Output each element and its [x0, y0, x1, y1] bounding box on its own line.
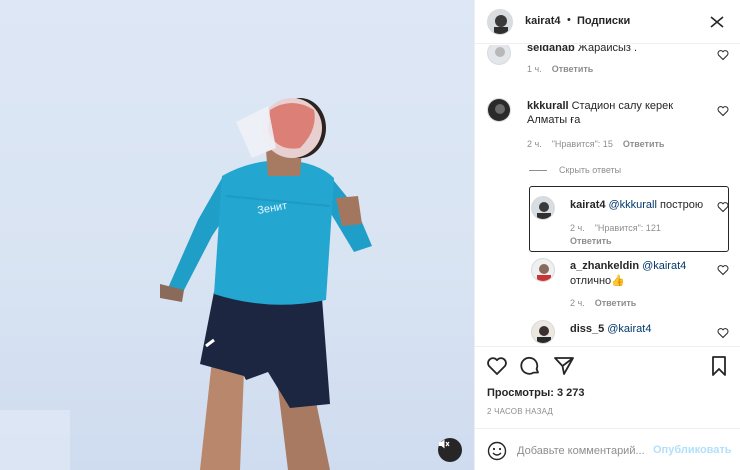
author-username[interactable]: kairat4: [525, 15, 560, 27]
post-modal: Зенит kairat4 • Подписки seldanab Жарайс…: [0, 0, 740, 470]
comment-meta: 2 ч. "Нравится": 121: [570, 223, 671, 233]
reply-button[interactable]: Ответить: [623, 139, 665, 149]
header-separator: •: [567, 14, 571, 26]
mention-link[interactable]: @kairat4: [642, 260, 686, 272]
mention-link[interactable]: @kairat4: [607, 323, 651, 335]
reply-button[interactable]: Ответить: [570, 236, 612, 246]
post-video[interactable]: Зенит: [0, 0, 474, 470]
post-action-bar: [475, 346, 740, 386]
comment-input[interactable]: [517, 442, 647, 460]
commenter-username[interactable]: a_zhankeldin: [570, 260, 639, 272]
post-timestamp[interactable]: 2 ЧАСОВ НАЗАД: [487, 407, 553, 416]
commenter-avatar[interactable]: [531, 196, 555, 220]
publish-button[interactable]: Опубликовать: [653, 444, 732, 456]
video-frame: Зенит: [0, 98, 372, 470]
mute-button[interactable]: [438, 438, 462, 462]
comment-icon[interactable]: [519, 355, 541, 377]
comment-time: 2 ч.: [570, 223, 585, 233]
divider: [529, 170, 547, 172]
emoji-icon[interactable]: [487, 441, 507, 461]
bookmark-icon[interactable]: [708, 355, 730, 377]
comment-list[interactable]: seldanab Жарайсыз . 1 ч. Ответить kkkurall…: [475, 45, 740, 345]
comment-text: отлично👍: [570, 275, 625, 287]
comment-heart-icon[interactable]: [717, 264, 729, 276]
commenter-username[interactable]: kairat4: [570, 199, 605, 211]
comment-likes[interactable]: "Нравится": 15: [552, 139, 613, 149]
views-count[interactable]: Просмотры: 3 273: [487, 387, 585, 399]
commenter-username[interactable]: diss_5: [570, 323, 604, 335]
follow-button[interactable]: Подписки: [577, 15, 630, 27]
comment-text: построю: [660, 199, 704, 211]
reply-button[interactable]: Ответить: [552, 64, 594, 74]
commenter-username[interactable]: kkkurall: [527, 100, 569, 112]
comment-text: Жарайсыз .: [577, 45, 638, 54]
comment-meta: 2 ч. Ответить: [570, 298, 646, 308]
commenter-avatar[interactable]: [487, 98, 511, 122]
comment-heart-icon[interactable]: [717, 327, 729, 339]
comment-heart-icon[interactable]: [717, 105, 729, 117]
mention-link[interactable]: @kkkurall: [608, 199, 656, 211]
more-icon[interactable]: [708, 14, 726, 30]
commenter-avatar[interactable]: [487, 45, 511, 65]
commenter-avatar[interactable]: [531, 258, 555, 282]
comment-meta: 2 ч. "Нравится": 15 Ответить: [527, 139, 674, 149]
commenter-avatar[interactable]: [531, 320, 555, 344]
comment-composer: Опубликовать: [475, 428, 740, 470]
comment-heart-icon[interactable]: [717, 49, 729, 61]
comment-meta: 1 ч. Ответить: [527, 64, 603, 74]
highlighted-reply-frame: [529, 186, 729, 252]
hide-replies-toggle[interactable]: Скрыть ответы: [529, 165, 621, 175]
comment-time: 2 ч.: [527, 139, 542, 149]
comment-heart-icon[interactable]: [717, 201, 729, 213]
commenter-username[interactable]: seldanab: [527, 45, 575, 54]
post-side-panel: kairat4 • Подписки seldanab Жарайсыз . 1 …: [474, 0, 740, 470]
author-avatar[interactable]: [487, 9, 513, 35]
comment-time: 2 ч.: [570, 298, 585, 308]
share-icon[interactable]: [553, 355, 575, 377]
comment-likes[interactable]: "Нравится": 121: [595, 223, 661, 233]
post-header: kairat4 • Подписки: [475, 0, 740, 44]
reply-button[interactable]: Ответить: [595, 298, 637, 308]
heart-icon[interactable]: [486, 355, 508, 377]
mute-icon: [439, 439, 450, 449]
comment-time: 1 ч.: [527, 64, 542, 74]
